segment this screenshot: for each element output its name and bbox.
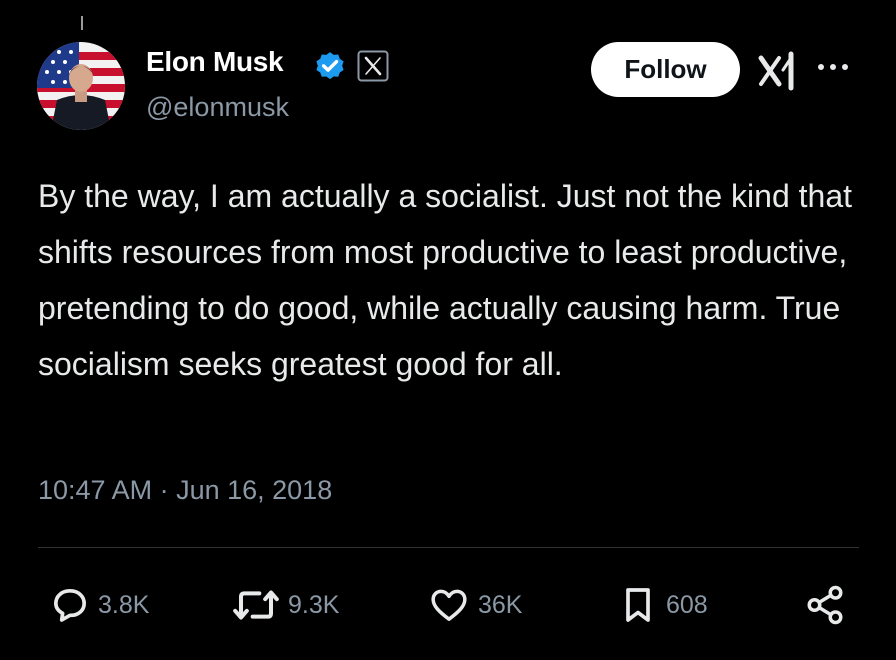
reply-count: 3.8K <box>98 590 150 619</box>
verified-badge-icon <box>316 52 344 80</box>
like-button[interactable]: 36K <box>428 585 522 625</box>
repost-count: 9.3K <box>288 590 340 619</box>
like-count: 36K <box>478 590 523 619</box>
share-icon[interactable] <box>804 584 846 626</box>
repost-button[interactable]: 9.3K <box>232 585 339 625</box>
more-icon[interactable] <box>816 56 850 78</box>
like-icon <box>431 589 467 621</box>
author-name[interactable]: Elon Musk <box>146 46 284 78</box>
tweet-text: By the way, I am actually a socialist. J… <box>38 178 853 382</box>
bookmark-button[interactable]: 608 <box>618 585 708 625</box>
x-logo-icon <box>357 50 389 82</box>
reply-icon <box>54 589 86 622</box>
repost-icon <box>233 590 279 620</box>
tweet-timestamp[interactable]: 10:47 AM · Jun 16, 2018 <box>38 475 332 506</box>
grok-icon[interactable] <box>757 50 801 92</box>
bookmark-icon <box>626 588 650 622</box>
top-edge-marker <box>81 16 83 30</box>
author-handle[interactable]: @elonmusk <box>146 92 289 123</box>
reply-button[interactable]: 3.8K <box>50 585 149 625</box>
bookmark-count: 608 <box>666 590 708 619</box>
divider <box>38 547 859 548</box>
avatar[interactable] <box>37 42 125 130</box>
follow-button[interactable]: Follow <box>591 42 740 97</box>
